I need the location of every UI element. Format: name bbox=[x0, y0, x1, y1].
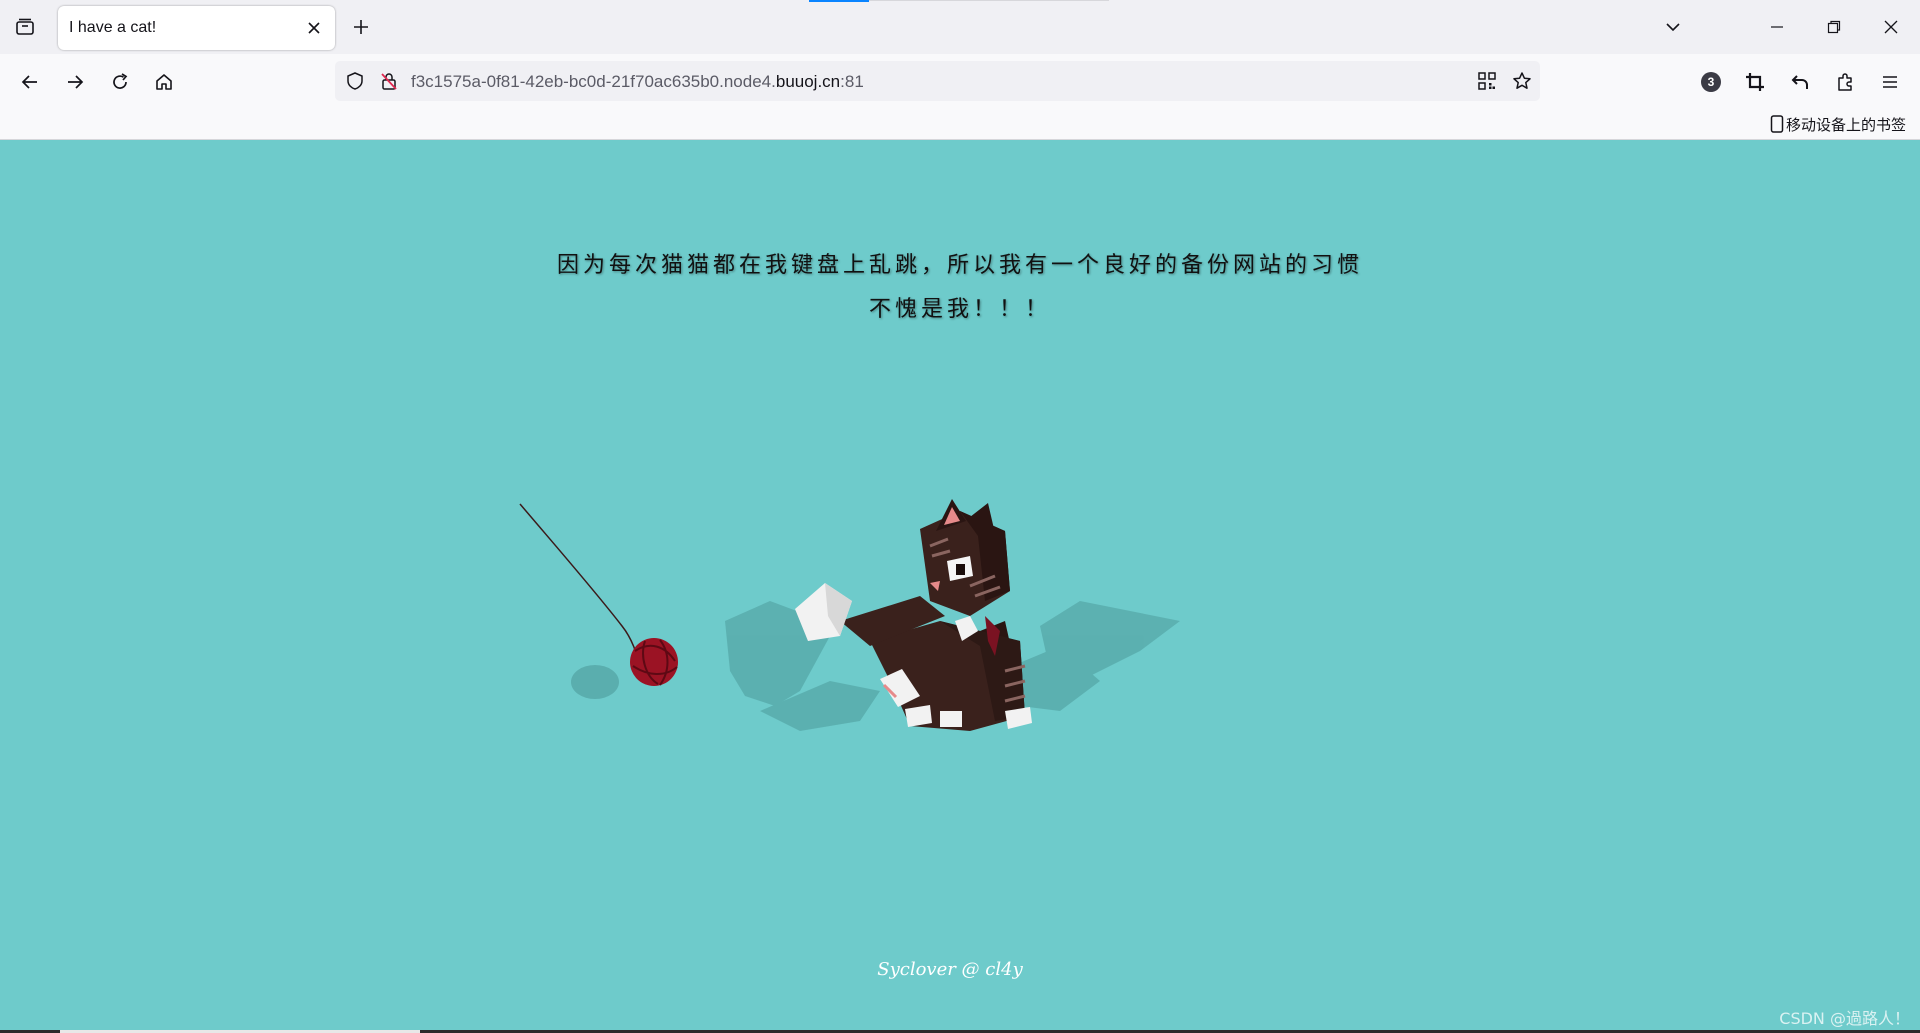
insecure-lock-icon bbox=[381, 73, 397, 90]
back-arrow-icon bbox=[21, 75, 37, 89]
address-bar[interactable]: f3c1575a-0f81-42eb-bc0d-21f70ac635b0.nod… bbox=[335, 61, 1540, 101]
list-all-tabs-button[interactable] bbox=[1650, 10, 1696, 44]
qr-code-button[interactable] bbox=[1475, 69, 1499, 93]
site-security-button[interactable] bbox=[377, 69, 401, 93]
crop-icon bbox=[1746, 73, 1764, 91]
home-icon bbox=[156, 74, 172, 90]
app-menu-button[interactable] bbox=[1872, 64, 1908, 100]
headline: 因为每次猫猫都在我键盘上乱跳，所以我有一个良好的备份网站的习惯 不愧是我！！！ bbox=[0, 244, 1920, 332]
home-button[interactable] bbox=[146, 64, 182, 100]
plus-icon bbox=[354, 20, 368, 34]
yarn-string bbox=[519, 503, 639, 672]
yarn-ball bbox=[630, 638, 678, 686]
mobile-bookmarks-label: 移动设备上的书签 bbox=[1785, 115, 1906, 134]
new-tab-button[interactable] bbox=[344, 10, 378, 44]
footer-credit: Syclover @ cl4y bbox=[877, 959, 1023, 980]
tab-title: I have a cat! bbox=[69, 19, 157, 36]
mobile-device-icon bbox=[1770, 115, 1784, 133]
reload-button[interactable] bbox=[102, 64, 138, 100]
tab-loading-track bbox=[869, 0, 1109, 1]
forward-arrow-icon bbox=[68, 75, 84, 89]
url-text[interactable]: f3c1575a-0f81-42eb-bc0d-21f70ac635b0.nod… bbox=[411, 72, 864, 92]
shield-icon bbox=[347, 72, 363, 90]
qr-code-icon bbox=[1478, 72, 1496, 90]
restore-button[interactable] bbox=[1811, 10, 1857, 44]
tab-list-button[interactable] bbox=[8, 10, 42, 44]
restore-icon bbox=[1827, 20, 1841, 34]
undo-button[interactable] bbox=[1782, 64, 1818, 100]
menu-icon bbox=[1883, 76, 1897, 88]
tab-close-button[interactable] bbox=[301, 15, 327, 41]
url-port: :81 bbox=[840, 72, 864, 91]
active-tab[interactable]: I have a cat! bbox=[58, 6, 335, 50]
chevron-down-icon bbox=[1666, 23, 1680, 32]
screenshot-button[interactable] bbox=[1737, 64, 1773, 100]
reload-icon bbox=[113, 73, 128, 89]
headline-line-1: 因为每次猫猫都在我键盘上乱跳，所以我有一个良好的备份网站的习惯 bbox=[556, 253, 1363, 278]
web-page: 因为每次猫猫都在我键盘上乱跳，所以我有一个良好的备份网站的习惯 不愧是我！！！ bbox=[0, 141, 1920, 1033]
tab-list-icon bbox=[16, 18, 34, 35]
minimize-icon bbox=[1771, 26, 1783, 28]
url-prefix: f3c1575a-0f81-42eb-bc0d-21f70ac635b0.nod… bbox=[411, 72, 776, 91]
extensions-button[interactable] bbox=[1827, 64, 1863, 100]
csdn-watermark: CSDN @過路人！ bbox=[1779, 1009, 1910, 1028]
url-host: buuoj.cn bbox=[775, 72, 841, 91]
tab-loading-indicator bbox=[809, 0, 869, 2]
close-icon bbox=[308, 22, 320, 34]
tab-bar: I have a cat! bbox=[0, 0, 1920, 54]
cat-scene bbox=[519, 499, 1180, 731]
back-button[interactable] bbox=[12, 64, 48, 100]
undo-icon bbox=[1791, 75, 1808, 89]
bookmark-star-button[interactable] bbox=[1510, 69, 1534, 93]
window-close-button[interactable] bbox=[1868, 10, 1914, 44]
puzzle-icon bbox=[1838, 73, 1852, 91]
tracking-protection-button[interactable] bbox=[343, 69, 367, 93]
navigation-toolbar: f3c1575a-0f81-42eb-bc0d-21f70ac635b0.nod… bbox=[0, 54, 1920, 108]
yarn-shadow bbox=[571, 665, 619, 699]
extension-button[interactable]: 3 bbox=[1693, 64, 1729, 100]
extension-badge: 3 bbox=[1701, 72, 1721, 92]
close-icon bbox=[1884, 20, 1898, 34]
forward-button[interactable] bbox=[57, 64, 93, 100]
mobile-bookmarks-folder[interactable]: 移动设备上的书签 bbox=[1770, 113, 1906, 135]
bookmarks-toolbar: 移动设备上的书签 bbox=[0, 108, 1920, 140]
headline-line-2: 不愧是我！！！ bbox=[868, 297, 1051, 322]
star-icon bbox=[1513, 72, 1531, 89]
minimize-button[interactable] bbox=[1754, 10, 1800, 44]
